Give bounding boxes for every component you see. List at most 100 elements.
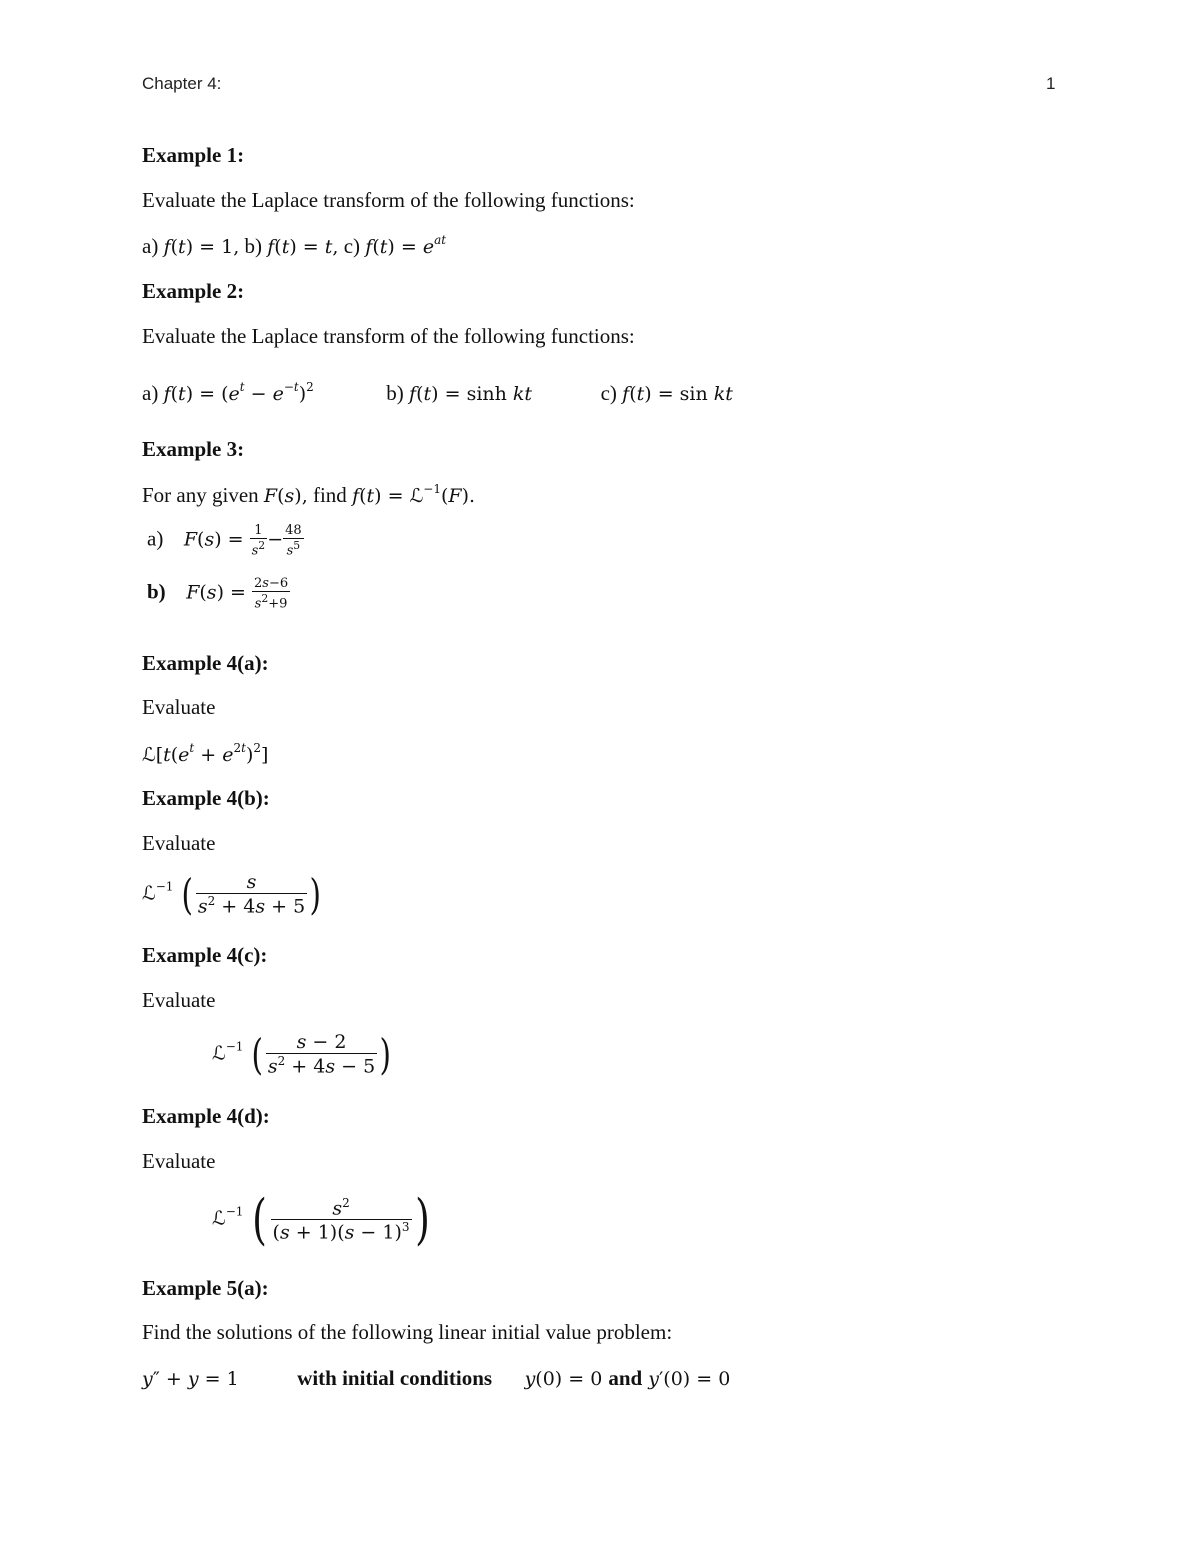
document-page: Chapter 4: 1 Example 1: Evaluate the Lap… [0,0,1200,1553]
example-4d-title: Example 4(d): [142,1104,270,1128]
math: kt [713,383,733,405]
laplace-symbol: ℒ [212,1207,226,1230]
math: ( [277,485,285,507]
example-1-prompt: Evaluate the Laplace transform of the fo… [142,188,635,212]
example-5a-title: Example 5(a): [142,1276,269,1300]
fraction: s − 2 s2 + 4s − 5 [265,1031,378,1078]
math: e [178,744,190,766]
label-b: b) [147,579,166,604]
paren-left: ( [251,1030,264,1079]
math: 2 [306,380,314,394]
label-b: b) [244,234,262,258]
example-1-items: a) f(t) = 1, b) f(t) = t, c) f(t) = eat [142,233,446,259]
math: −1 [225,1204,244,1219]
math: ), [294,485,308,507]
label-c: c) [343,234,361,258]
example-1-title: Example 1: [142,143,245,167]
example-3-item-b: b) F(s) = 2s−6 s2+9 [147,576,291,612]
paren-right: ) [309,870,322,919]
math-comma: , [332,236,339,258]
label-a: a) [147,526,164,551]
label-a: a) [142,381,159,405]
math: t [163,744,171,766]
math: t [423,383,432,405]
math: ( [199,581,207,604]
paren-right: ) [379,1030,392,1079]
math: s [206,581,217,604]
math-f: f [163,383,171,405]
math: ( [629,383,637,405]
example-4b-prompt: Evaluate [142,831,216,855]
fraction: s s2 + 4s + 5 [195,871,308,918]
math: ( [170,383,179,405]
math: ) = sin [644,383,714,405]
example-4a-title: Example 4(a): [142,651,269,675]
example-4c-title: Example 4(c): [142,943,268,967]
numerator: 48 [283,523,304,539]
math: s [204,528,215,551]
math: ] [261,744,269,766]
denominator: s5 [286,539,301,559]
example-4b-title: Example 4(b): [142,786,270,810]
label-c: c) [600,381,617,405]
math-paren: ( [372,236,380,258]
math: ) = sinh [431,383,513,405]
math: − [267,528,284,551]
math: − [244,383,273,405]
laplace-symbol: ℒ [409,485,424,507]
math: s [284,485,295,507]
math-t: t [178,236,186,258]
math: ) = [374,485,410,507]
paren-right: ) [414,1188,430,1251]
example-4c-expression: ℒ−1 (s − 2 s2 + 4s − 5) [212,1030,394,1079]
and-word: and [608,1366,643,1390]
fraction-1-over-s2: 1 s2 [249,523,268,558]
example-4d-prompt: Evaluate [142,1149,216,1173]
laplace-symbol: ℒ [212,1042,226,1065]
numerator: s [195,871,308,895]
math: F [186,581,200,604]
math-f1: f [163,236,171,258]
label-a: a) [142,234,159,258]
math: e [222,744,234,766]
example-4c-prompt: Evaluate [142,988,216,1012]
math: ) = [216,581,252,604]
math: ( [359,485,367,507]
initial-condition-2: y′(0) = 0 [648,1368,731,1390]
math-rest: ) = [289,236,325,258]
math: −1 [225,1039,244,1054]
numerator: s2 [270,1196,412,1220]
math-paren: ( [274,236,282,258]
math: e [228,383,240,405]
numerator: s − 2 [265,1031,378,1055]
fraction: s2 (s + 1)(s − 1)3 [270,1196,412,1244]
ode-equation: y″ + y = 1 [142,1368,239,1390]
math-rest: ) = 1, [185,236,240,258]
numerator: 1 [249,523,268,539]
paren-left: ( [252,1188,268,1251]
math: ) = [214,528,250,551]
paren-left: ( [181,870,194,919]
example-2-prompt: Evaluate the Laplace transform of the fo… [142,324,635,348]
math-e: e [422,236,435,258]
conditions-label: with initial conditions [297,1366,493,1390]
example-4a-expression: ℒ[t(et + e2t)2] [142,741,268,766]
denominator: s2+9 [254,592,288,612]
math: −1 [423,482,441,496]
denominator: (s + 1)(s − 1)3 [272,1220,410,1244]
initial-condition-1: y(0) = 0 [524,1368,609,1390]
math: ). [461,485,476,507]
fraction-2s-6-over-s2-9: 2s−6 s2+9 [251,576,291,612]
math: −t [283,380,299,394]
laplace-symbol: ℒ [142,744,156,766]
math: ) = ( [185,383,229,405]
math-exp-at: at [434,233,447,247]
prompt-text: find [312,483,347,507]
example-4a-prompt: Evaluate [142,695,216,719]
math: [ [155,744,164,766]
math: 2 [253,741,262,755]
math: + [194,744,223,766]
example-3-prompt: For any given F(s), find f(t) = ℒ−1(F). [142,482,475,508]
chapter-header: Chapter 4: [142,74,222,93]
denominator: s2 + 4s + 5 [197,894,306,918]
